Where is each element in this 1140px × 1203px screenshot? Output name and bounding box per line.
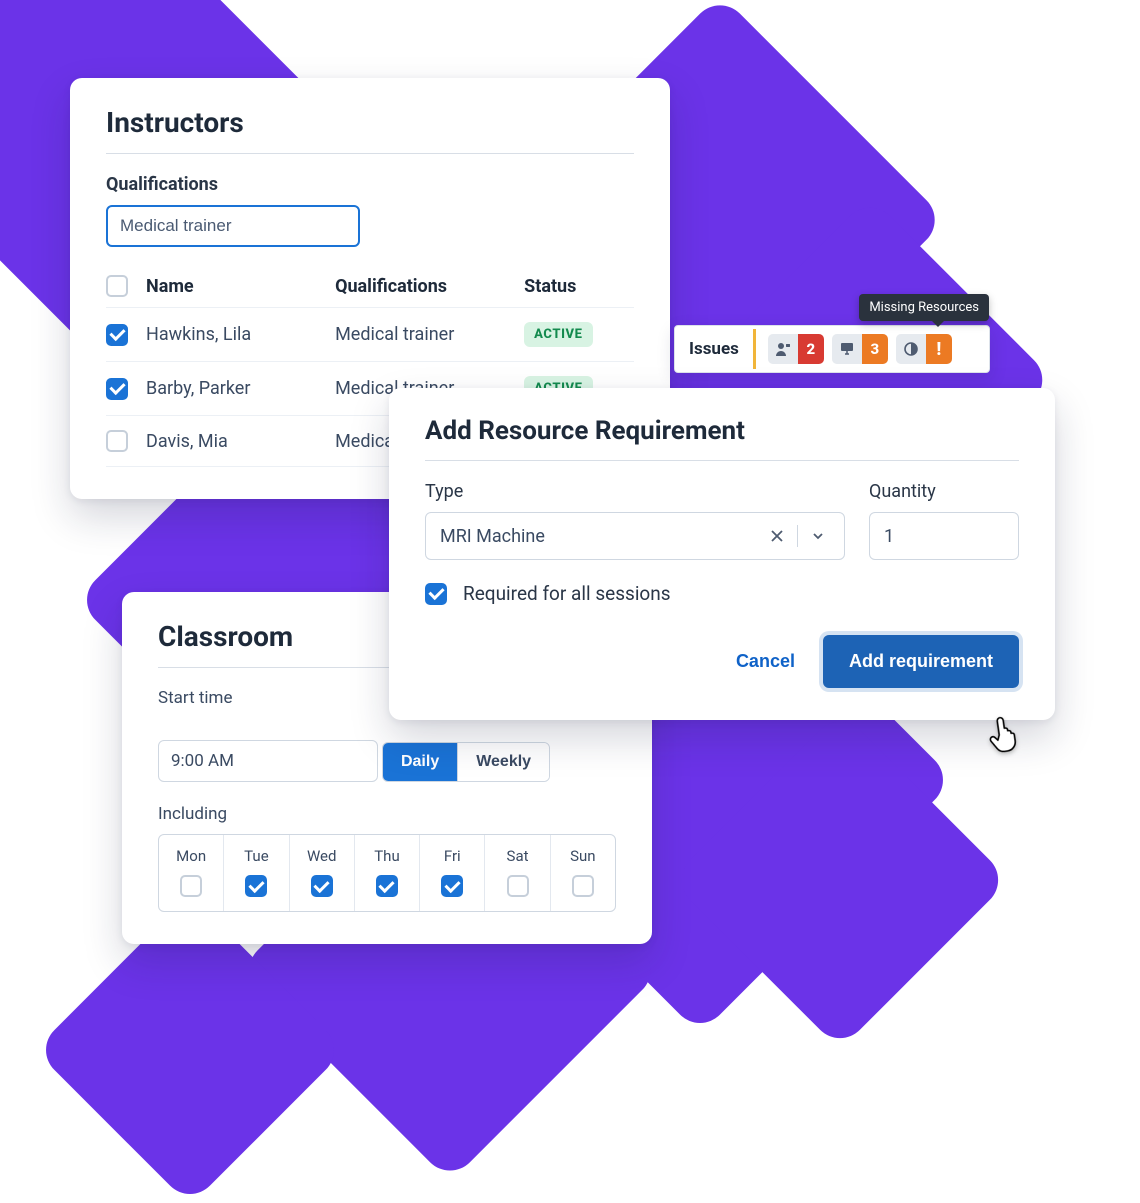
table-row: Hawkins, Lila Medical trainer ACTIVE xyxy=(106,307,634,361)
clear-icon[interactable] xyxy=(761,520,793,552)
day-checkbox-tue[interactable] xyxy=(245,875,267,897)
quantity-label: Quantity xyxy=(869,481,1019,502)
qualifications-filter-input[interactable] xyxy=(106,205,360,247)
day-label: Fri xyxy=(444,847,461,865)
col-qualifications: Qualifications xyxy=(335,276,518,297)
row-checkbox[interactable] xyxy=(106,324,128,346)
segment-daily[interactable]: Daily xyxy=(383,743,457,781)
issue-badge-resources[interactable]: 3 xyxy=(832,334,888,364)
cursor-icon xyxy=(984,710,1027,757)
day-label: Mon xyxy=(176,847,206,865)
day-checkbox-thu[interactable] xyxy=(376,875,398,897)
start-time-input[interactable]: 9:00 AM xyxy=(158,740,378,782)
segment-weekly[interactable]: Weekly xyxy=(457,743,549,781)
day-label: Wed xyxy=(307,847,337,865)
row-checkbox[interactable] xyxy=(106,430,128,452)
tooltip-missing-resources: Missing Resources xyxy=(859,294,989,321)
day-checkbox-sat[interactable] xyxy=(507,875,529,897)
chevron-down-icon[interactable] xyxy=(802,520,834,552)
instructors-title: Instructors xyxy=(106,106,634,139)
separator xyxy=(797,525,798,547)
cell-name: Barby, Parker xyxy=(146,378,329,399)
required-all-checkbox[interactable] xyxy=(425,583,447,605)
issue-count: 3 xyxy=(862,334,888,364)
add-requirement-button[interactable]: Add requirement xyxy=(823,635,1019,688)
cell-name: Davis, Mia xyxy=(146,431,329,452)
select-all-checkbox[interactable] xyxy=(106,275,128,297)
divider xyxy=(425,460,1019,461)
day-label: Tue xyxy=(244,847,268,865)
contrast-icon xyxy=(896,334,926,364)
type-label: Type xyxy=(425,481,845,502)
issue-badge-conflict[interactable]: ! xyxy=(896,334,952,364)
day-checkbox-sun[interactable] xyxy=(572,875,594,897)
type-select[interactable]: MRI Machine xyxy=(425,512,845,560)
status-badge: ACTIVE xyxy=(524,322,592,347)
recurrence-segmented-control: Daily Weekly xyxy=(382,742,550,782)
issues-strip: Missing Resources Issues 2 3 ! xyxy=(674,325,990,373)
issue-count: ! xyxy=(926,334,952,364)
cell-name: Hawkins, Lila xyxy=(146,324,329,345)
day-checkbox-fri[interactable] xyxy=(441,875,463,897)
issues-label: Issues xyxy=(675,329,756,369)
divider xyxy=(106,153,634,154)
day-label: Sat xyxy=(507,847,529,865)
projector-icon xyxy=(832,334,862,364)
quantity-input[interactable]: 1 xyxy=(869,512,1019,560)
issue-count: 2 xyxy=(798,334,824,364)
issue-badge-instructors[interactable]: 2 xyxy=(768,334,824,364)
required-all-label: Required for all sessions xyxy=(463,582,671,605)
col-status: Status xyxy=(524,276,634,297)
modal-title: Add Resource Requirement xyxy=(425,416,1019,446)
person-icon xyxy=(768,334,798,364)
days-selector: Mon Tue Wed Thu Fri Sat Sun xyxy=(158,834,616,912)
day-checkbox-mon[interactable] xyxy=(180,875,202,897)
cell-qualifications: Medical trainer xyxy=(335,324,518,345)
cancel-button[interactable]: Cancel xyxy=(736,651,795,672)
day-label: Thu xyxy=(374,847,399,865)
day-label: Sun xyxy=(570,847,595,865)
including-label: Including xyxy=(158,804,616,824)
col-name: Name xyxy=(146,276,329,297)
type-value: MRI Machine xyxy=(440,526,761,547)
add-resource-requirement-modal: Add Resource Requirement Type MRI Machin… xyxy=(389,388,1055,720)
qualifications-filter-label: Qualifications xyxy=(106,174,634,195)
row-checkbox[interactable] xyxy=(106,378,128,400)
day-checkbox-wed[interactable] xyxy=(311,875,333,897)
